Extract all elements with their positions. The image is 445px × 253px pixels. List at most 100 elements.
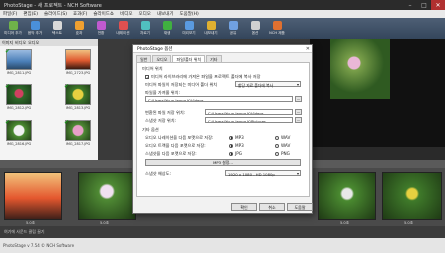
radio-icon[interactable] (275, 151, 279, 156)
library-thumbnail[interactable]: ✔ IMG_2812.JPG (5, 83, 32, 111)
toolbar-button-label: 미디어 추가 (4, 31, 22, 35)
copy-media-option[interactable]: ✓ 미디어 라이브러리에 가져온 파일을 프로젝트 폴더에 복사 저장 (145, 74, 261, 80)
menu-export[interactable]: 내보내기 (157, 11, 174, 17)
radio-icon[interactable] (275, 135, 279, 140)
thumbnail-caption: IMG_2811.JPG (6, 71, 32, 75)
snapshot-format-jpg[interactable]: JPG (229, 151, 242, 156)
library-thumbnail[interactable]: IMG_2723.JPG (65, 49, 91, 76)
toolbar-icon (96, 21, 106, 30)
maximize-button[interactable]: □ (417, 0, 431, 10)
menu-edit[interactable]: 편집(E) (23, 11, 38, 17)
import-folder-browse-button[interactable]: ... (295, 96, 302, 102)
toolbar-button[interactable]: 자르기 (134, 18, 156, 39)
library-thumbnail[interactable]: ✔ IMG_2811.JPG (5, 48, 32, 76)
radio-label: MP3 (235, 135, 244, 140)
library-tab-audio[interactable]: 오디오 (28, 40, 39, 46)
menu-bar: 파일(F) 편집(E) 슬라이드(S) 효과(F) 슬라이드쇼 비디오 오디오 … (0, 10, 445, 18)
media-location-select[interactable]: 할당 자료 폴더에 복사 (235, 81, 301, 88)
toolbar-button[interactable]: 텍스트 (46, 18, 68, 39)
toolbar-button[interactable]: NCH 제품 (266, 18, 288, 39)
timeline-slide[interactable] (4, 172, 62, 220)
radio-icon[interactable] (229, 143, 233, 148)
audio-track[interactable]: 여기에 사운드 클립 끌기 (0, 226, 445, 238)
snapshot-format-png[interactable]: PNG (275, 151, 290, 156)
toolbar-button[interactable]: 미리보기 (178, 18, 200, 39)
toolbar-button[interactable]: 옵션 (244, 18, 266, 39)
radio-icon[interactable] (229, 135, 233, 140)
library-tab-images[interactable]: 이미지 (2, 40, 13, 46)
toolbar-button[interactable]: 음악 추가 (24, 18, 46, 39)
timeline-slide[interactable] (318, 172, 376, 220)
menu-audio[interactable]: 오디오 (138, 11, 150, 17)
status-bar: PhotoStage v 7.54 © NCH Software (0, 238, 445, 253)
library-tab-video[interactable]: 비디오 (15, 40, 26, 46)
toolbar-button[interactable]: 내보내기 (200, 18, 222, 39)
snapshot-resolution-select[interactable]: 1920 x 1080 - HD 1080p (225, 170, 301, 177)
library-thumbnail[interactable]: ✔ IMG_2817.JPG (64, 119, 91, 147)
narration-format-wav[interactable]: WAV (275, 135, 290, 140)
cancel-button[interactable]: 취소 (259, 203, 285, 211)
toolbar-button[interactable]: 미디어 추가 (2, 18, 24, 39)
converted-folder-field[interactable]: C:\Users\Yuun Jeong K\Videos (205, 109, 293, 115)
toolbar-button[interactable]: 효과 (68, 18, 90, 39)
media-location-label: 미디어 파일이 저장되는 미디어 폴더 위치 (145, 82, 218, 87)
toolbar-button[interactable]: 공유 (222, 18, 244, 39)
snapshot-folder-browse-button[interactable]: ... (295, 117, 302, 123)
radio-label: WAV (281, 135, 291, 140)
library-thumbnail[interactable]: ✔ IMG_2813.JPG (64, 83, 91, 111)
toolbar-button[interactable]: 내레이션 (112, 18, 134, 39)
window-title: PhotoStage - 새 프로젝트 - NCH Software (4, 2, 102, 9)
help-button[interactable]: 도움말 (287, 203, 313, 211)
dialog-tab-content: 미디어 위치 ✓ 미디어 라이브러리에 가져온 파일을 프로젝트 폴더에 복사 저… (136, 62, 310, 197)
menu-effects[interactable]: 효과(F) (73, 11, 87, 17)
minimize-button[interactable]: – (403, 0, 417, 10)
toolbar-button[interactable]: 재생 (156, 18, 178, 39)
thumbnail-caption: IMG_2723.JPG (65, 71, 91, 75)
snapshot-format-label: 스냅샷을 다음 포맷으로 저장: (145, 151, 197, 156)
toolbar-icon (272, 21, 282, 30)
copy-media-checkbox[interactable]: ✓ (145, 74, 149, 79)
menu-slideshow[interactable]: 슬라이드쇼 (93, 11, 114, 17)
toolbar-button-label: 전환 (97, 31, 105, 35)
playback-bar[interactable] (310, 147, 445, 160)
toolbar-button-label: NCH 제품 (269, 31, 285, 35)
toolbar-icon (8, 21, 18, 30)
timeline-slide[interactable] (78, 172, 136, 220)
menu-slide[interactable]: 슬라이드(S) (44, 11, 67, 17)
toolbar-button-label: 재생 (163, 31, 171, 35)
library-tabs: 이미지 비디오 오디오 (0, 39, 98, 46)
toolbar-button-label: 텍스트 (52, 31, 62, 35)
menu-video[interactable]: 비디오 (120, 11, 132, 17)
thumbnail-caption: IMG_2816.JPG (6, 142, 32, 146)
snapshot-folder-field[interactable]: C:\Users\Yuun Jeong K\Pictures (205, 117, 293, 123)
narration-format-mp3[interactable]: MP3 (229, 135, 244, 140)
audio-track-format-label: 오디오 트랙을 다음 포맷으로 저장: (145, 143, 206, 148)
options-dialog: PhotoStage 옵션 ✕ 일반 오디오 파일/폴더 위치 기타 미디어 위… (132, 44, 313, 214)
menu-help[interactable]: 도움말(H) (179, 11, 198, 17)
dialog-close-icon[interactable]: ✕ (306, 46, 310, 52)
library-thumbnail[interactable]: ✔ IMG_2816.JPG (5, 119, 32, 147)
radio-icon[interactable] (275, 143, 279, 148)
mp3-settings-button[interactable]: MP3 설정... (145, 159, 301, 166)
toolbar-button-label: 효과 (75, 31, 83, 35)
narration-format-label: 오디오 나레이션을 다음 포맷으로 저장: (145, 135, 214, 140)
ok-button[interactable]: 확인 (231, 203, 257, 211)
close-window-button[interactable]: ✕ (431, 0, 445, 10)
radio-icon[interactable] (229, 151, 233, 156)
menu-file[interactable]: 파일(F) (3, 11, 17, 17)
dialog-title-bar: PhotoStage 옵션 (133, 45, 312, 53)
thumbnail-caption: IMG_2817.JPG (65, 142, 91, 146)
converted-folder-browse-button[interactable]: ... (295, 109, 302, 115)
toolbar-icon (140, 21, 150, 30)
media-library: 이미지 비디오 오디오 ✔ IMG_2811.JPG IMG_2723.JPG … (0, 39, 98, 160)
radio-label: PNG (281, 151, 290, 156)
status-text: PhotoStage v 7.54 © NCH Software (3, 243, 75, 248)
toolbar-icon (184, 21, 194, 30)
timeline-slide[interactable] (382, 172, 442, 220)
preview-panel (310, 39, 445, 160)
toolbar-button[interactable]: 전환 (90, 18, 112, 39)
import-folder-field[interactable]: C:\Users\Yuun Jeong K\Videos (145, 96, 293, 102)
audio-track-format-mp3[interactable]: MP3 (229, 143, 244, 148)
toolbar-icon (52, 21, 62, 30)
audio-track-format-wav[interactable]: WAV (275, 143, 290, 148)
